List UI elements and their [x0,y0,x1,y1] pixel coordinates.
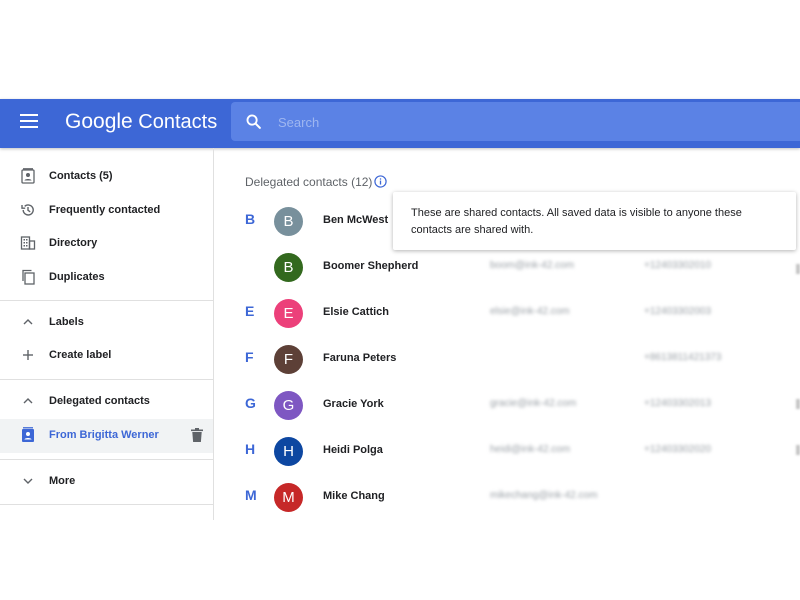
sidebar-item-frequently-contacted[interactable]: Frequently contacted [0,194,213,228]
create-label-text: Create label [49,349,112,361]
contact-row[interactable]: F F Faruna Peters +8613811421373 [214,336,800,382]
index-letter: H [245,441,256,457]
search-input[interactable] [276,110,780,134]
delegated-contacts-toggle[interactable]: Delegated contacts [0,385,213,419]
sidebar-item-label: Frequently contacted [49,204,161,216]
contact-email: boom@ink-42.com [490,260,575,271]
index-letter: E [245,303,255,319]
contact-name: Elsie Cattich [323,306,390,318]
sidebar-divider [0,300,213,301]
sidebar-item-label: Directory [49,237,98,249]
logo-contacts-text: Contacts [138,111,218,133]
contact-phone: +12403302020 [644,444,712,455]
contact-row[interactable]: B Boomer Shepherd boom@ink-42.com +12403… [214,244,800,290]
app-logo[interactable]: Google Contacts [65,110,217,134]
sidebar-item-directory[interactable]: Directory [0,227,213,261]
sidebar-divider [0,379,213,380]
avatar: E [274,299,303,328]
section-title: Delegated contacts (12) [245,175,373,189]
directory-icon [20,236,36,250]
plus-icon [23,350,33,360]
avatar: G [274,391,303,420]
tooltip-text: These are shared contacts. All saved dat… [411,207,742,236]
contact-name: Heidi Polga [323,444,383,456]
shared-contacts-tooltip: These are shared contacts. All saved dat… [393,192,796,250]
avatar: B [274,207,303,236]
contact-email: gracie@ink-42.com [490,398,577,409]
contact-row[interactable]: G G Gracie York gracie@ink-42.com +12403… [214,382,800,428]
hamburger-menu-icon[interactable] [20,114,38,132]
labels-section-toggle[interactable]: Labels [0,306,213,340]
contacts-icon [21,168,35,184]
sidebar-item-from-brigitta-werner[interactable]: From Brigitta Werner [0,419,213,453]
contact-card-icon [22,427,34,442]
row-action-edge [796,445,800,455]
contact-row[interactable]: M M Mike Chang mikechang@ink-42.com [214,474,800,520]
contact-phone: +12403302010 [644,260,712,271]
contact-phone: +8613811421373 [644,352,722,363]
sidebar: Contacts (5) Frequently contacted Direct… [0,148,214,520]
contact-phone: +12403302003 [644,306,712,317]
index-letter: M [245,487,257,503]
delegated-contacts-header: Delegated contacts [49,395,150,407]
history-icon [21,204,34,216]
contact-name: Faruna Peters [323,352,397,364]
row-action-edge [796,399,800,409]
contact-email: elsie@ink-42.com [490,306,570,317]
avatar: H [274,437,303,466]
contact-phone: +12403302013 [644,398,712,409]
row-action-edge [796,264,800,274]
sidebar-item-contacts[interactable]: Contacts (5) [0,160,213,194]
chevron-up-icon [23,398,33,404]
avatar: B [274,253,303,282]
contact-name: Mike Chang [323,490,385,502]
logo-google-text: Google [65,110,133,133]
sidebar-divider [0,459,213,460]
contact-name: Boomer Shepherd [323,260,419,272]
contact-name: Ben McWest [323,214,389,226]
more-label: More [49,475,76,487]
labels-header: Labels [49,316,84,328]
app-header: Google Contacts [0,99,800,148]
contact-email: heidi@ink-42.com [490,444,571,455]
index-letter: B [245,211,256,227]
index-letter: G [245,395,256,411]
avatar: F [274,345,303,374]
sidebar-divider [0,504,213,505]
sidebar-item-label: Duplicates [49,271,105,283]
trash-icon[interactable] [191,428,203,442]
contact-email: mikechang@ink-42.com [490,490,598,501]
sidebar-item-label: From Brigitta Werner [49,429,159,441]
duplicates-icon [22,269,35,285]
avatar: M [274,483,303,512]
search-icon[interactable] [245,113,262,130]
create-label-button[interactable]: Create label [0,339,213,373]
sidebar-item-duplicates[interactable]: Duplicates [0,261,213,295]
contact-name: Gracie York [323,398,384,410]
contact-row[interactable]: H H Heidi Polga heidi@ink-42.com +124033… [214,428,800,474]
chevron-down-icon [23,478,33,484]
index-letter: F [245,349,254,365]
more-toggle[interactable]: More [0,465,213,499]
search-bar[interactable] [231,102,800,141]
info-icon[interactable] [374,175,387,188]
chevron-up-icon [23,319,33,325]
contact-row[interactable]: E E Elsie Cattich elsie@ink-42.com +1240… [214,290,800,336]
sidebar-item-label: Contacts (5) [49,170,113,182]
